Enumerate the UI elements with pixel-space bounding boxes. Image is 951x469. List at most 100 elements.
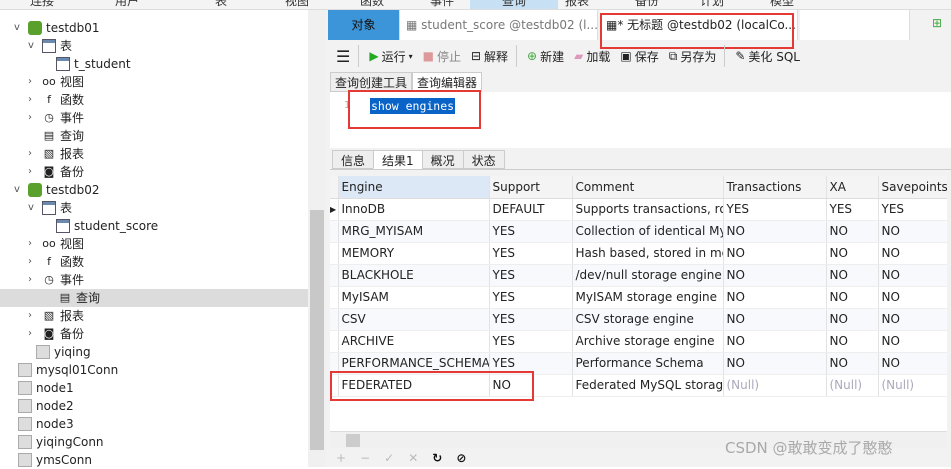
delete-record-icon[interactable]: − [360, 451, 370, 465]
table-cell[interactable]: Performance Schema [572, 352, 724, 375]
sql-code[interactable]: show engines [370, 98, 456, 114]
tree-item[interactable]: › ▧ 报表 [28, 145, 84, 163]
table-cell[interactable]: YES [826, 198, 879, 221]
menu-item[interactable]: 查询 [470, 0, 559, 9]
menu-item[interactable]: 备份 [635, 0, 659, 9]
column-header[interactable]: Transactions [723, 176, 827, 199]
table-cell[interactable]: NO [723, 220, 827, 243]
menu-item[interactable]: 事件 [430, 0, 454, 9]
run-button[interactable]: ▶ 运行 ▾ [369, 48, 412, 65]
table-cell[interactable]: NO [723, 242, 827, 265]
table-cell[interactable]: YES [723, 198, 827, 221]
table-cell[interactable]: BLACKHOLE [338, 264, 490, 287]
menu-item[interactable]: 表 [215, 0, 227, 9]
table-cell[interactable]: YES [489, 330, 573, 353]
table-row[interactable]: FEDERATEDNOFederated MySQL storage engin… [330, 374, 947, 397]
load-button[interactable]: ▰ 加载 [574, 48, 610, 65]
scroll-thumb[interactable] [346, 434, 360, 447]
table-row[interactable]: BLACKHOLE YES/dev/null storage engine NO NO… [330, 264, 947, 287]
tree-item[interactable]: yiqing [22, 343, 91, 361]
expand-chevron-icon[interactable]: › [28, 235, 38, 253]
table-cell[interactable]: NO [723, 286, 827, 309]
table-cell[interactable]: Collection of identical MyISAM tables [572, 220, 724, 243]
table-cell[interactable]: NO [723, 264, 827, 287]
table-cell[interactable]: NO [826, 242, 879, 265]
table-cell[interactable]: (Null) [878, 374, 947, 397]
table-row[interactable]: ▶InnoDBDEFAULTSupports transactions, row… [330, 198, 947, 221]
tree-item[interactable]: ymsConn [18, 451, 92, 469]
tree-item[interactable]: v表 [28, 37, 72, 55]
result-tab[interactable]: 信息 [332, 150, 375, 169]
tree-item[interactable]: › ▧ 报表 [28, 307, 84, 325]
discard-icon[interactable]: ✕ [408, 451, 418, 465]
expand-chevron-icon[interactable]: v [14, 19, 24, 37]
table-row[interactable]: CSV YES CSV storage engine NO NO NO [330, 308, 947, 331]
tree-item[interactable]: › oo 视图 [28, 73, 84, 91]
tab-untitled-query[interactable]: ▦* 无标题 @testdb02 (localCo... [600, 10, 798, 40]
table-cell[interactable]: NO [878, 286, 947, 309]
expand-chevron-icon[interactable]: › [28, 91, 38, 109]
table-cell[interactable]: CSV storage engine [572, 308, 724, 331]
column-header[interactable]: Engine [338, 176, 490, 199]
refresh-icon[interactable]: ↻ [432, 451, 442, 465]
tree-item[interactable]: ▤ 查询 [28, 127, 84, 145]
expand-chevron-icon[interactable]: v [14, 181, 24, 199]
table-cell[interactable]: CSV [338, 308, 490, 331]
tree-item[interactable]: › ◷ 事件 [28, 271, 84, 289]
sql-editor[interactable]: 1 show engines [330, 92, 951, 148]
expand-chevron-icon[interactable]: › [28, 145, 38, 163]
tree-item[interactable]: mysql01Conn [18, 361, 118, 379]
table-cell[interactable]: NO [878, 242, 947, 265]
table-cell[interactable]: YES [489, 220, 573, 243]
tree-item[interactable]: v testdb01 [14, 19, 100, 37]
tree-item[interactable]: › oo 视图 [28, 235, 84, 253]
table-cell[interactable]: Archive storage engine [572, 330, 724, 353]
column-header[interactable]: Support [489, 176, 573, 199]
tab-query-builder[interactable]: 查询创建工具 [330, 72, 413, 92]
menu-item[interactable]: 用户 [115, 0, 139, 9]
tree-item[interactable]: v testdb02 [14, 181, 100, 199]
expand-chevron-icon[interactable]: › [28, 253, 38, 271]
table-cell[interactable]: ARCHIVE [338, 330, 490, 353]
table-cell[interactable]: (Null) [723, 374, 827, 397]
save-button[interactable]: ▣ 保存 [620, 48, 658, 65]
expand-chevron-icon[interactable]: v [28, 199, 38, 217]
table-cell[interactable]: YES [489, 352, 573, 375]
table-cell[interactable]: DEFAULT [489, 198, 573, 221]
table-cell[interactable]: NO [826, 286, 879, 309]
tree-item[interactable]: › ◙ 备份 [28, 163, 84, 181]
sidebar-scrollbar[interactable] [308, 10, 326, 467]
table-row[interactable]: MRG_MYISAMYESCollection of identical MyI… [330, 220, 947, 243]
table-cell[interactable]: YES [489, 264, 573, 287]
expand-chevron-icon[interactable]: › [28, 271, 38, 289]
table-cell[interactable]: MEMORY [338, 242, 490, 265]
table-cell[interactable]: NO [723, 308, 827, 331]
column-header[interactable]: Savepoints [878, 176, 947, 199]
result-grid[interactable]: Engine Support Comment Transactions XA Savepo… [330, 176, 947, 431]
table-cell[interactable]: YES [489, 242, 573, 265]
tree-item[interactable]: › ◷ 事件 [28, 109, 84, 127]
table-row[interactable]: MEMORYYESHash based, stored in memoryNON… [330, 242, 947, 265]
new-tab-icon[interactable]: ⊞ [932, 16, 942, 30]
table-cell[interactable]: FEDERATED [338, 374, 490, 397]
table-cell[interactable]: NO [826, 220, 879, 243]
table-cell[interactable]: MyISAM [338, 286, 490, 309]
table-row[interactable]: PERFORMANCE_SCHEMA YES Performance Schema N… [330, 352, 947, 375]
table-cell[interactable]: /dev/null storage engine [572, 264, 724, 287]
expand-chevron-icon[interactable]: › [28, 325, 38, 343]
tree-item[interactable]: yiqingConn [18, 433, 104, 451]
tree-item[interactable]: node3 [18, 415, 74, 433]
table-cell[interactable]: Hash based, stored in memory [572, 242, 724, 265]
table-cell[interactable]: YES [489, 308, 573, 331]
scroll-thumb[interactable] [310, 210, 324, 450]
stop-button[interactable]: ■ 停止 [423, 48, 461, 65]
table-cell[interactable]: NO [723, 352, 827, 375]
beautify-sql-button[interactable]: ✎ 美化 SQL [735, 48, 800, 65]
menu-item[interactable]: 函数 [360, 0, 384, 9]
expand-chevron-icon[interactable]: › [28, 109, 38, 127]
tab-objects[interactable]: 对象 [328, 10, 400, 40]
tab-student-score[interactable]: ▦ student_score @testdb02 (l... [400, 10, 598, 40]
table-cell[interactable]: MyISAM storage engine [572, 286, 724, 309]
tree-item[interactable]: node2 [18, 397, 74, 415]
tree-item[interactable]: › f 函数 [28, 91, 84, 109]
